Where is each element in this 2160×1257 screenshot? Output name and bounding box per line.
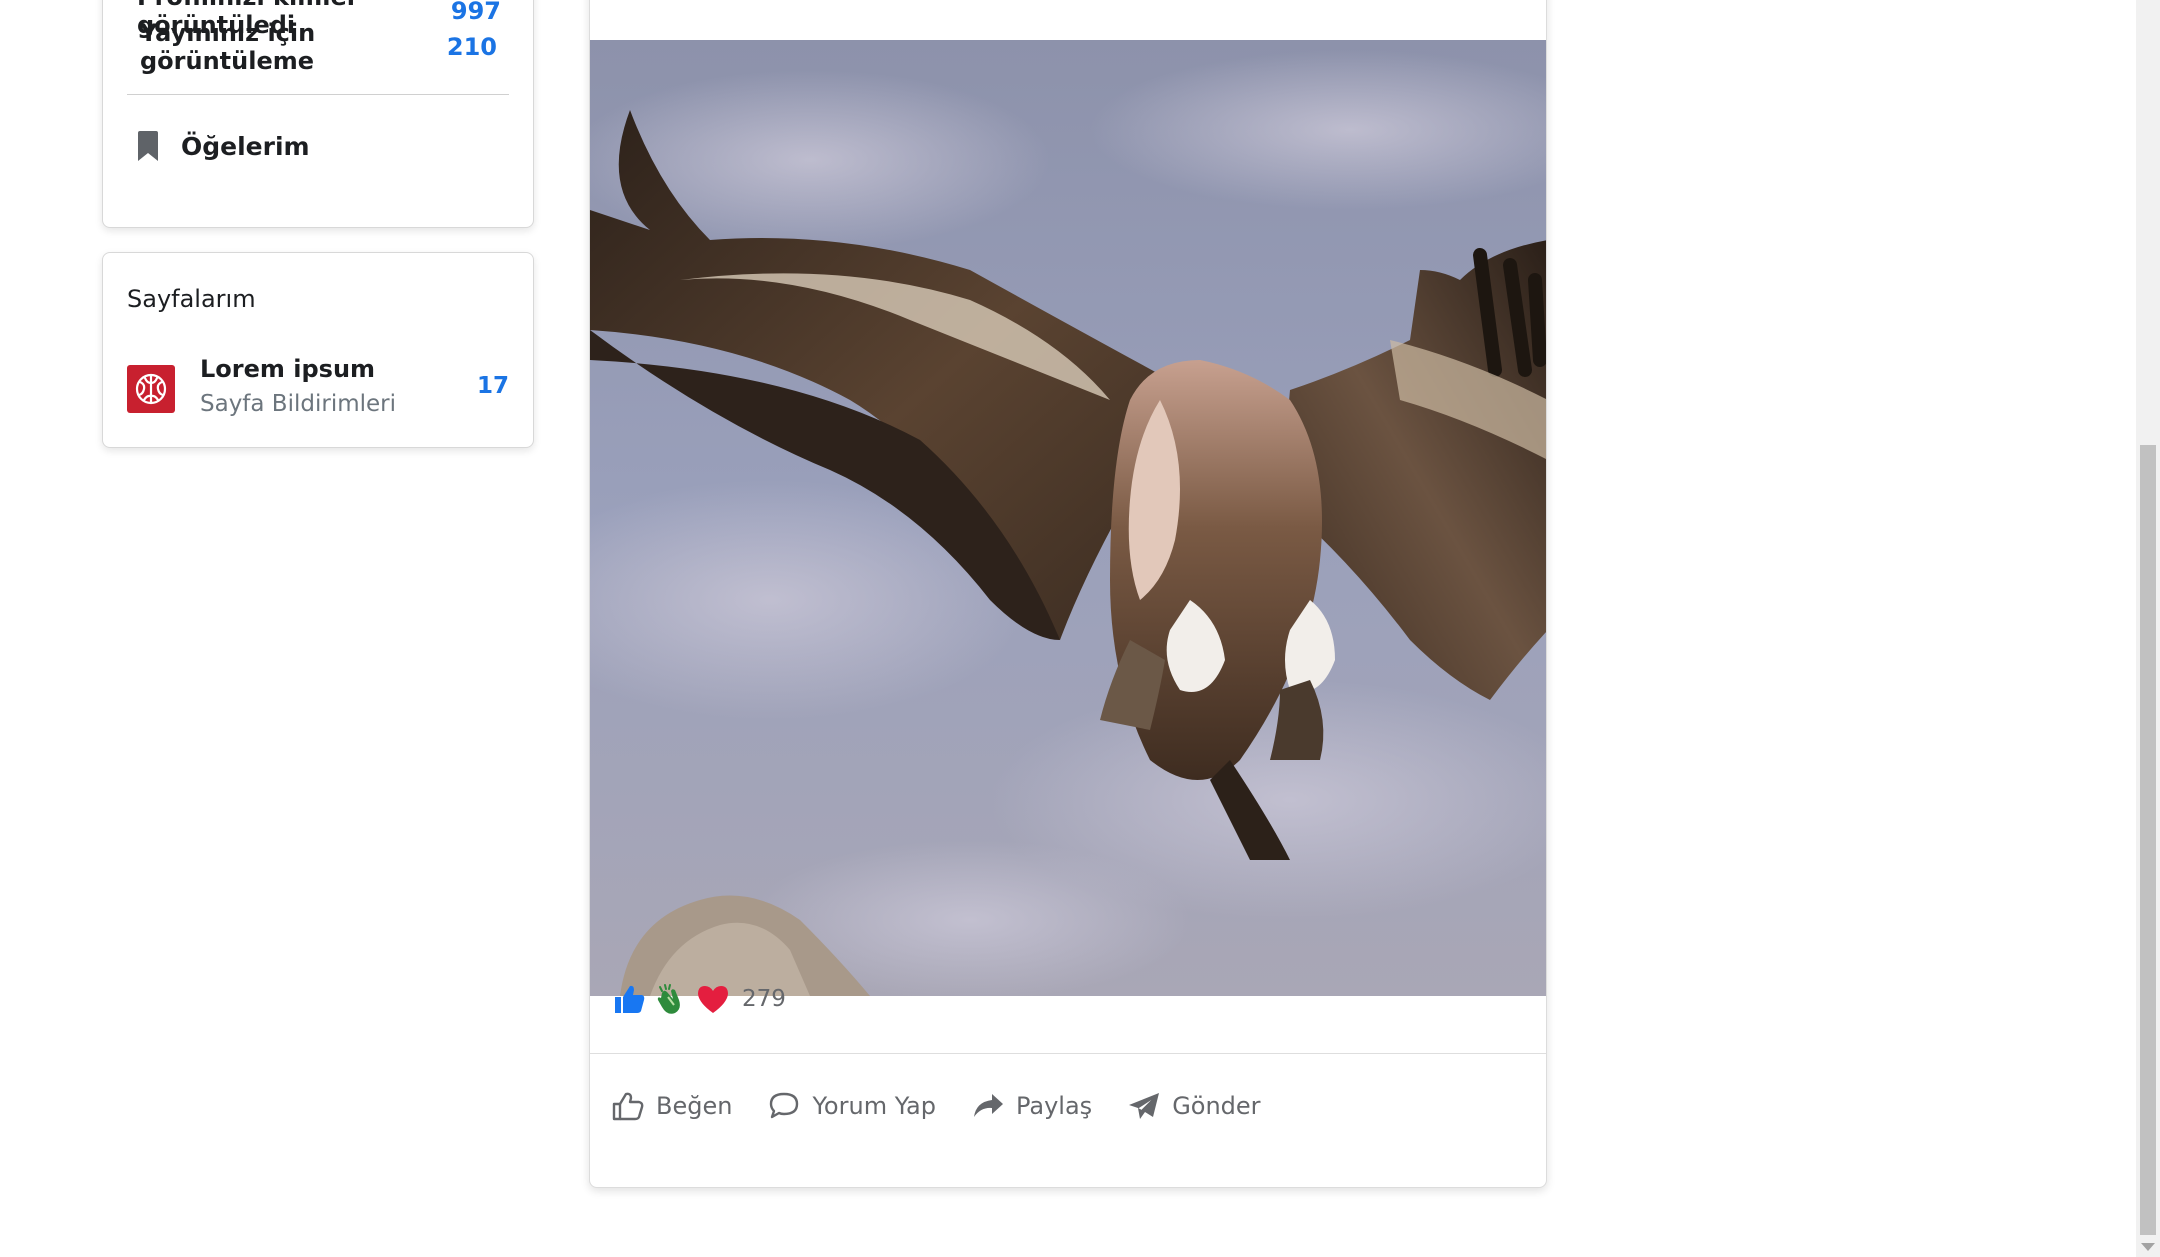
comment-icon bbox=[770, 1092, 799, 1119]
share-button-label: Paylaş bbox=[1016, 1092, 1093, 1120]
like-button-label: Beğen bbox=[656, 1092, 733, 1120]
my-pages-title: Sayfalarım bbox=[127, 285, 256, 313]
share-button[interactable]: Paylaş bbox=[972, 1091, 1092, 1121]
send-button[interactable]: Gönder bbox=[1128, 1091, 1261, 1121]
page-list-item[interactable]: Lorem ipsum Sayfa Bildirimleri 17 bbox=[127, 355, 509, 435]
post-image[interactable] bbox=[590, 40, 1547, 996]
reactions-summary[interactable]: 279 bbox=[612, 983, 786, 1015]
post-views-row[interactable]: Yayınınız için görüntüleme 210 bbox=[140, 19, 497, 75]
bookmark-icon bbox=[138, 131, 158, 161]
saved-items-label: Öğelerim bbox=[181, 131, 310, 161]
vertical-scrollbar[interactable] bbox=[2136, 0, 2160, 1257]
divider bbox=[127, 94, 509, 95]
paper-plane-icon bbox=[1129, 1093, 1160, 1119]
saved-items-link[interactable]: Öğelerim bbox=[137, 131, 310, 161]
share-arrow-icon bbox=[974, 1094, 1003, 1117]
thumbs-up-outline-icon bbox=[612, 1092, 644, 1121]
like-icon bbox=[612, 983, 646, 1015]
page-subtitle: Sayfa Bildirimleri bbox=[200, 391, 396, 417]
page-notification-count: 17 bbox=[476, 373, 509, 399]
brain-icon bbox=[135, 373, 167, 405]
divider bbox=[590, 1053, 1546, 1054]
page-name: Lorem ipsum bbox=[200, 355, 376, 383]
post-views-count: 210 bbox=[446, 33, 497, 61]
heart-icon bbox=[696, 983, 730, 1015]
post-actions: Beğen Yorum Yap Paylaş Gönder bbox=[612, 1091, 1297, 1121]
comment-button[interactable]: Yorum Yap bbox=[768, 1091, 936, 1121]
viewport: Profilinizi kimler görüntüledi 997 Yayın… bbox=[0, 0, 2160, 1257]
send-button-label: Gönder bbox=[1172, 1092, 1261, 1120]
scroll-down-arrow-icon[interactable] bbox=[2141, 1243, 2155, 1251]
scrollbar-thumb[interactable] bbox=[2140, 445, 2156, 1235]
profile-stats-card: Profilinizi kimler görüntüledi 997 Yayın… bbox=[102, 0, 534, 228]
clap-icon bbox=[654, 983, 688, 1015]
reactions-count: 279 bbox=[742, 986, 786, 1012]
post-card: 279 Beğen Yorum Yap Paylaş Gönder bbox=[589, 0, 1547, 1188]
like-button[interactable]: Beğen bbox=[612, 1091, 732, 1121]
comment-button-label: Yorum Yap bbox=[812, 1092, 936, 1120]
my-pages-card: Sayfalarım Lorem ipsum Sayfa Bildirimler… bbox=[102, 252, 534, 448]
page-logo bbox=[127, 365, 175, 413]
post-views-label: Yayınınız için görüntüleme bbox=[140, 19, 316, 75]
